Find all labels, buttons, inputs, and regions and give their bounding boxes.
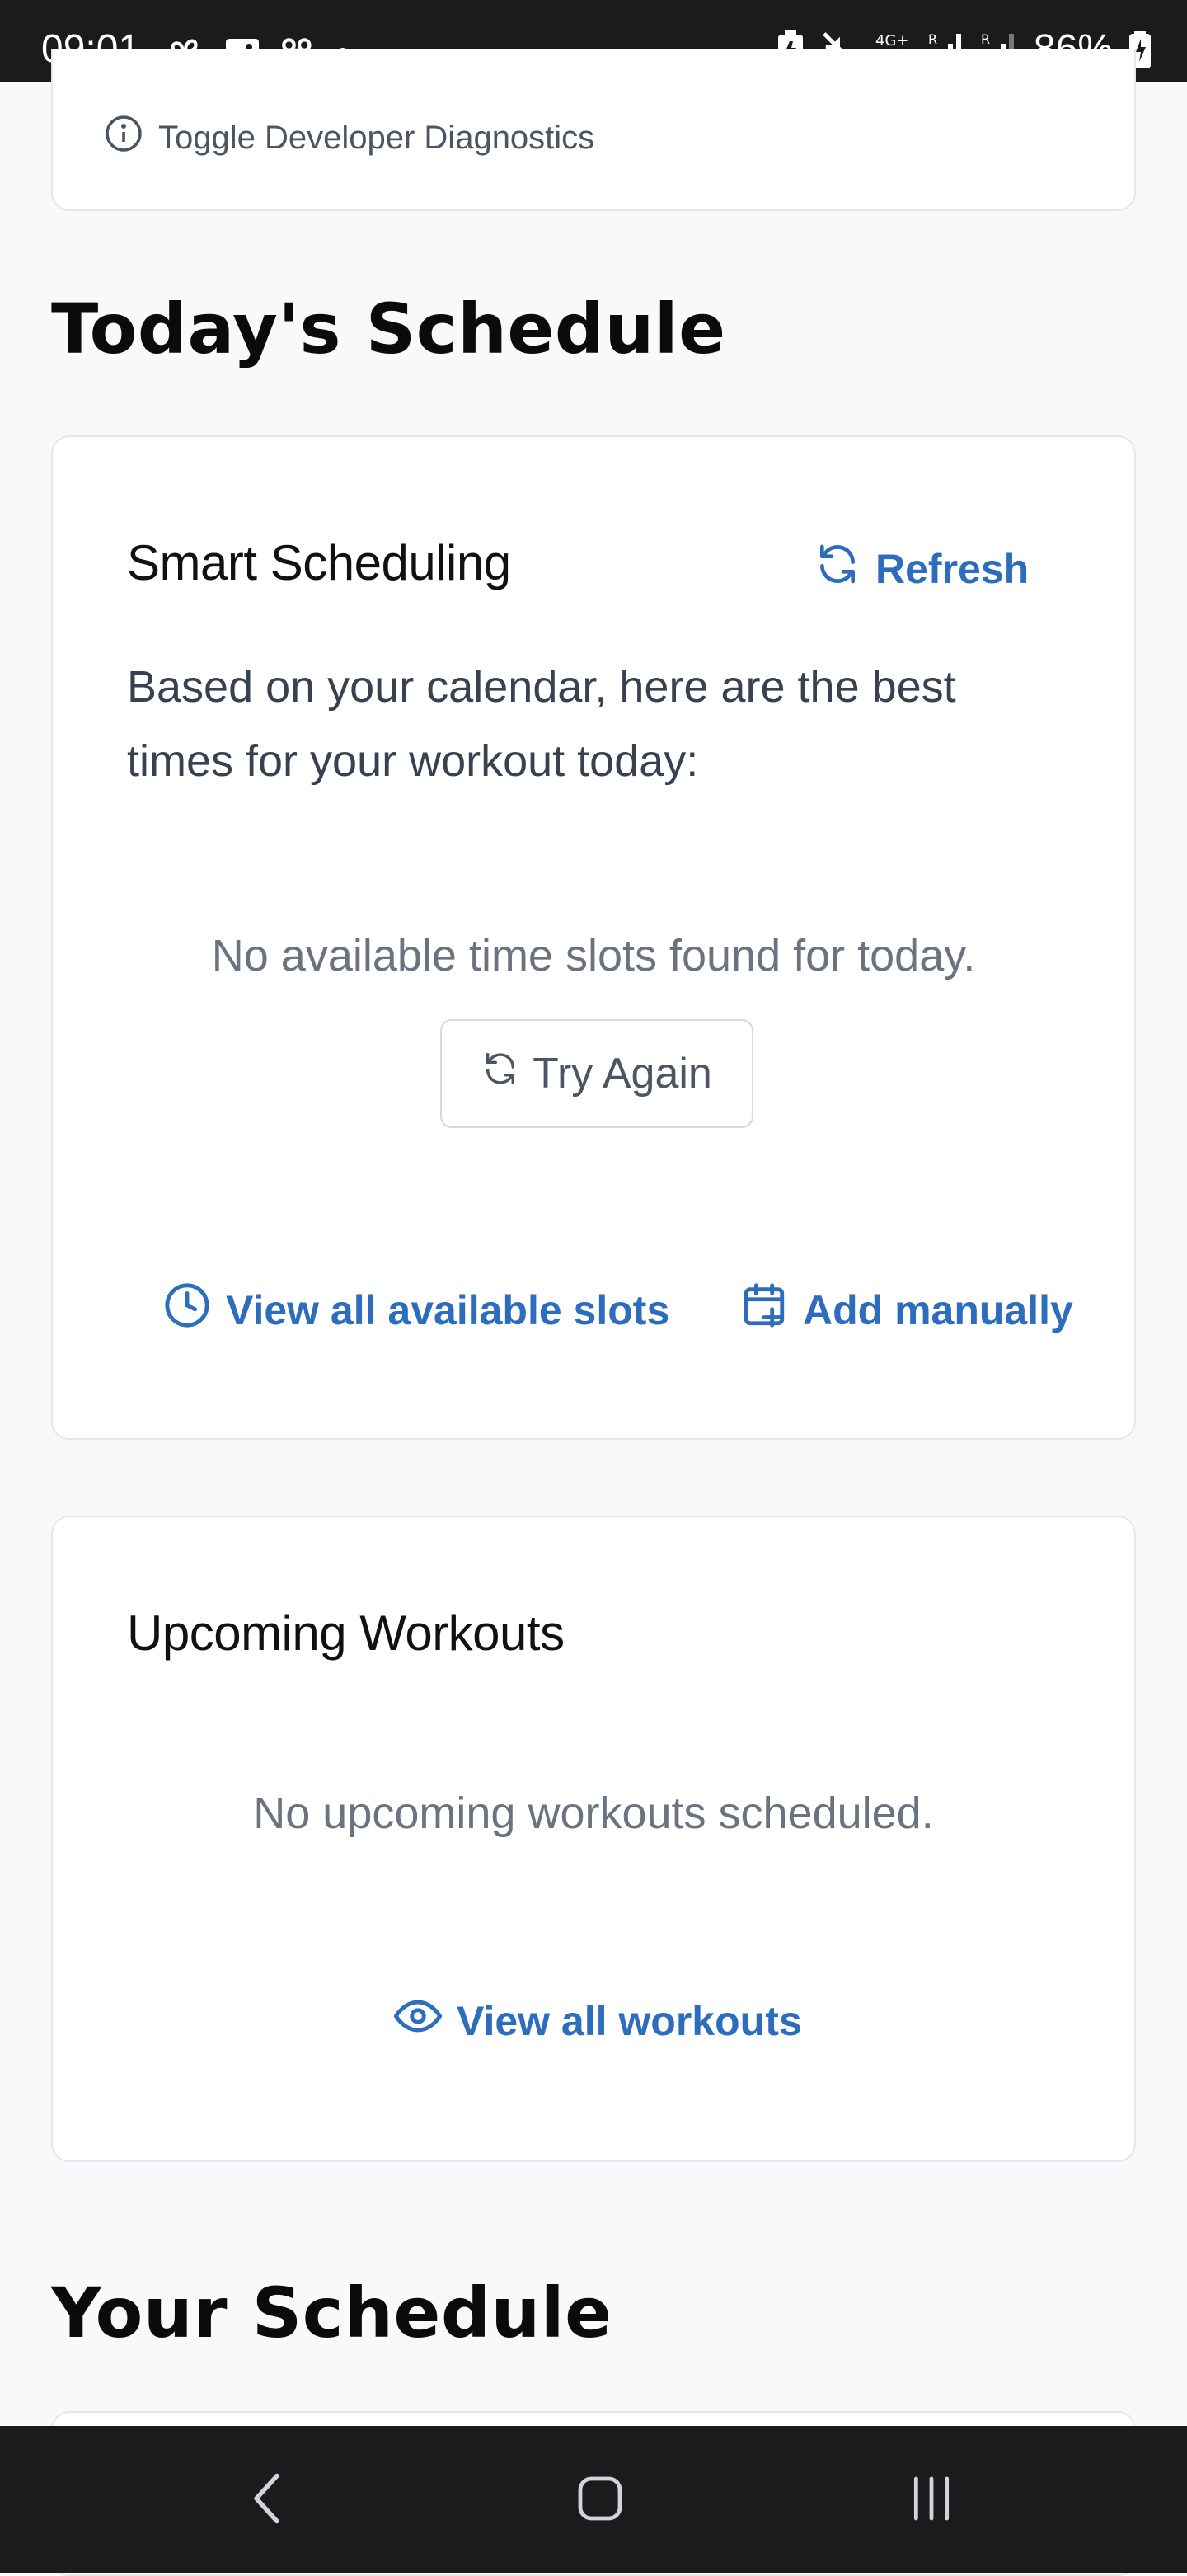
refresh-label: Refresh [875,546,1030,592]
upcoming-workouts-title: Upcoming Workouts [127,1605,565,1661]
info-icon [104,114,143,162]
svg-text:R: R [928,31,937,47]
smart-scheduling-card: Smart Scheduling Refresh Based on your c… [51,435,1136,1440]
view-all-workouts-label: View all workouts [457,1998,802,2044]
no-upcoming-message: No upcoming workouts scheduled. [253,1789,934,1838]
add-manually-link[interactable]: Add manually [740,1281,1073,1339]
refresh-button[interactable]: Refresh [814,541,1029,597]
view-all-workouts-link[interactable]: View all workouts [394,1992,802,2050]
diagnostics-card: Toggle Developer Diagnostics [51,49,1136,211]
add-manually-label: Add manually [803,1287,1073,1333]
clock-icon [163,1281,211,1339]
your-schedule-title: Your Schedule [51,2273,612,2353]
toggle-diagnostics-label: Toggle Developer Diagnostics [158,119,595,156]
recent-apps-button[interactable] [898,2467,964,2533]
smart-scheduling-description: Based on your calendar, here are the bes… [127,662,956,786]
refresh-icon [814,541,861,597]
try-again-button[interactable]: Try Again [440,1019,753,1128]
calendar-plus-icon [740,1281,788,1339]
home-icon [574,2472,626,2529]
home-button[interactable] [567,2467,633,2533]
todays-schedule-title: Today's Schedule [51,289,726,369]
toggle-diagnostics-link[interactable]: Toggle Developer Diagnostics [104,114,594,162]
svg-text:R: R [981,31,990,47]
recent-apps-icon [905,2472,958,2529]
back-button[interactable] [236,2467,302,2533]
try-again-label: Try Again [533,1050,712,1098]
back-icon [244,2470,293,2531]
system-nav-bar [0,2426,1187,2573]
no-slots-message: No available time slots found for today. [211,931,976,980]
view-available-slots-label: View all available slots [226,1287,670,1333]
smart-scheduling-title: Smart Scheduling [127,535,511,590]
refresh-icon [481,1049,519,1098]
view-available-slots-link[interactable]: View all available slots [163,1281,669,1339]
upcoming-workouts-card: Upcoming Workouts No upcoming workouts s… [51,1516,1136,2162]
eye-icon [394,1992,442,2050]
svg-text:4G+: 4G+ [875,32,908,49]
